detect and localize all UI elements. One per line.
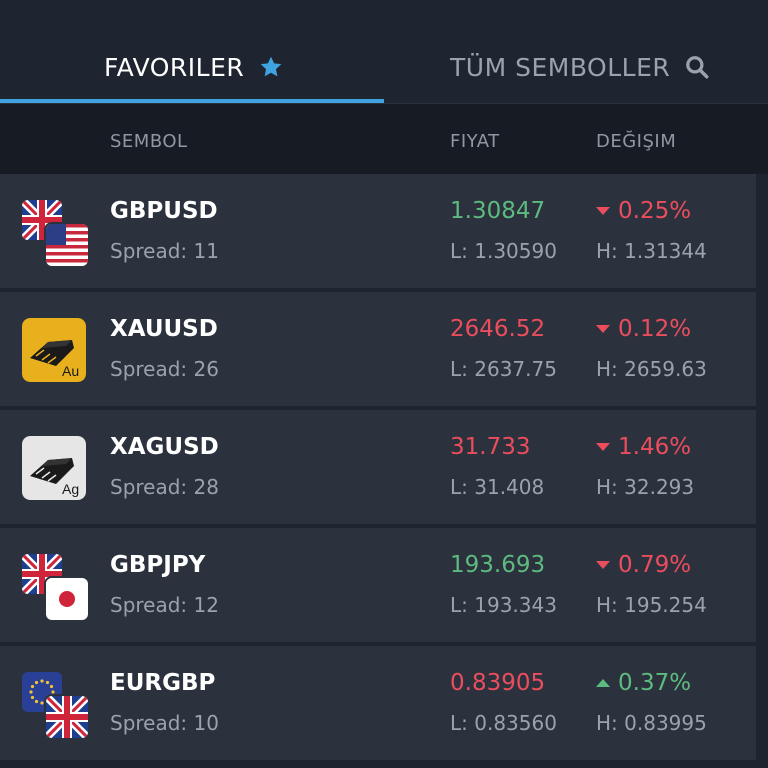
gold-bar-icon: Au xyxy=(22,318,88,384)
symbol-change: 0.25% xyxy=(596,198,691,224)
symbol-name: EURGBP xyxy=(110,670,216,696)
symbol-high: H: 2659.63 xyxy=(596,357,707,381)
metal-label-ag: Ag xyxy=(62,481,79,497)
symbol-row[interactable]: GBPJPY Spread: 12 193.693 L: 193.343 0.7… xyxy=(0,528,756,642)
symbol-name: GBPUSD xyxy=(110,198,218,224)
column-header-price: FIYAT xyxy=(450,131,500,152)
symbol-price: 0.83905 xyxy=(450,670,546,696)
symbol-list: GBPUSD Spread: 11 1.30847 L: 1.30590 0.2… xyxy=(0,174,756,764)
symbol-price: 1.30847 xyxy=(450,198,546,224)
eur-gbp-flags-icon xyxy=(22,672,88,738)
arrow-down-icon xyxy=(596,325,610,333)
symbol-name: XAUUSD xyxy=(110,316,218,342)
symbol-change: 0.79% xyxy=(596,552,691,578)
column-header-symbol: SEMBOL xyxy=(110,131,188,152)
symbol-change-value: 0.12% xyxy=(618,316,692,342)
tab-all-symbols-label: TÜM SEMBOLLER xyxy=(450,52,671,82)
symbol-row[interactable]: GBPUSD Spread: 11 1.30847 L: 1.30590 0.2… xyxy=(0,174,756,288)
symbol-spread: Spread: 26 xyxy=(110,357,219,381)
tab-all-symbols[interactable]: TÜM SEMBOLLER xyxy=(450,50,710,84)
star-icon xyxy=(260,56,282,77)
symbol-name: GBPJPY xyxy=(110,552,206,578)
arrow-down-icon xyxy=(596,561,610,569)
symbol-price: 2646.52 xyxy=(450,316,546,342)
arrow-down-icon xyxy=(596,207,610,215)
symbol-row[interactable]: Au XAUUSD Spread: 26 2646.52 L: 2637.75 … xyxy=(0,292,756,406)
symbol-high: H: 32.293 xyxy=(596,475,695,499)
gbp-jpy-flags-icon xyxy=(22,554,88,620)
symbol-low: L: 2637.75 xyxy=(450,357,557,381)
symbol-price: 31.733 xyxy=(450,434,531,460)
symbol-row[interactable]: Ag XAGUSD Spread: 28 31.733 L: 31.408 1.… xyxy=(0,410,756,524)
arrow-down-icon xyxy=(596,443,610,451)
symbol-change-value: 0.37% xyxy=(618,670,692,696)
gbp-usd-flags-icon xyxy=(22,200,88,266)
symbol-low: L: 0.83560 xyxy=(450,711,557,735)
symbol-change: 0.12% xyxy=(596,316,691,342)
column-header-row: SEMBOL FIYAT DEĞIŞIM xyxy=(0,104,768,174)
symbol-change: 1.46% xyxy=(596,434,691,460)
search-icon[interactable] xyxy=(684,54,710,80)
symbol-spread: Spread: 11 xyxy=(110,239,219,263)
symbol-spread: Spread: 12 xyxy=(110,593,219,617)
symbol-high: H: 195.254 xyxy=(596,593,707,617)
symbol-name: XAGUSD xyxy=(110,434,219,460)
symbol-price: 193.693 xyxy=(450,552,546,578)
symbol-change-value: 0.25% xyxy=(618,198,692,224)
symbol-change: 0.37% xyxy=(596,670,691,696)
arrow-up-icon xyxy=(596,679,610,687)
metal-label-au: Au xyxy=(62,363,79,379)
tab-favorites-label: FAVORILER xyxy=(104,52,245,82)
symbol-high: H: 0.83995 xyxy=(596,711,707,735)
tab-bar: FAVORILER TÜM SEMBOLLER xyxy=(0,0,768,104)
symbol-change-value: 0.79% xyxy=(618,552,692,578)
symbol-low: L: 1.30590 xyxy=(450,239,557,263)
column-header-change: DEĞIŞIM xyxy=(596,131,677,152)
symbol-low: L: 193.343 xyxy=(450,593,557,617)
tab-favorites[interactable]: FAVORILER xyxy=(104,50,284,84)
symbol-spread: Spread: 28 xyxy=(110,475,219,499)
symbol-change-value: 1.46% xyxy=(618,434,692,460)
symbol-low: L: 31.408 xyxy=(450,475,545,499)
silver-bar-icon: Ag xyxy=(22,436,88,502)
symbol-spread: Spread: 10 xyxy=(110,711,219,735)
symbol-row[interactable]: EURGBP Spread: 10 0.83905 L: 0.83560 0.3… xyxy=(0,646,756,760)
symbol-high: H: 1.31344 xyxy=(596,239,707,263)
